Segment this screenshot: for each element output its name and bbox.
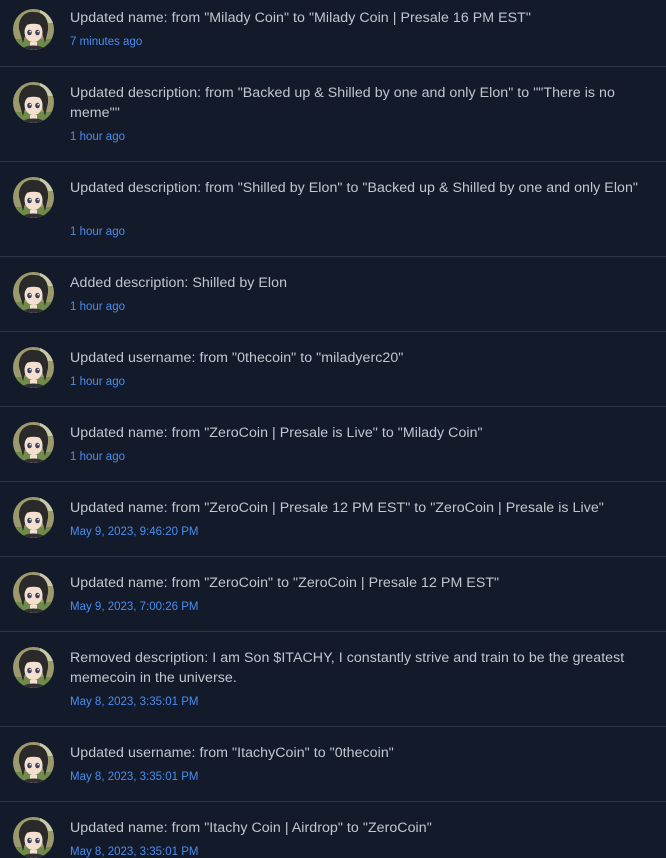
timestamp-link[interactable]: May 8, 2023, 3:35:01 PM	[70, 770, 199, 784]
timestamp-link[interactable]: 1 hour ago	[70, 225, 125, 239]
list-item: Updated name: from "Milady Coin" to "Mil…	[0, 0, 666, 67]
list-item: Updated name: from "ZeroCoin" to "ZeroCo…	[0, 557, 666, 632]
activity-feed: Updated name: from "Milady Coin" to "Mil…	[0, 0, 666, 858]
timestamp-link[interactable]: 7 minutes ago	[70, 35, 142, 49]
list-item: Updated username: from "0thecoin" to "mi…	[0, 332, 666, 407]
timestamp-link[interactable]: 1 hour ago	[70, 450, 125, 464]
avatar[interactable]	[13, 347, 54, 388]
activity-text: Updated name: from "ZeroCoin | Presale i…	[70, 425, 483, 441]
anime-girl-avatar-icon	[13, 742, 54, 783]
avatar[interactable]	[13, 9, 54, 50]
avatar[interactable]	[13, 272, 54, 313]
activity-text: Updated username: from "ItachyCoin" to "…	[70, 745, 394, 761]
avatar[interactable]	[13, 422, 54, 463]
anime-girl-avatar-icon	[13, 497, 54, 538]
list-item: Added description: Shilled by Elon 1 hou…	[0, 257, 666, 332]
timestamp-link[interactable]: 1 hour ago	[70, 375, 125, 389]
list-item: Updated username: from "ItachyCoin" to "…	[0, 727, 666, 802]
list-item: Updated description: from "Shilled by El…	[0, 162, 666, 257]
activity-text: Updated description: from "Backed up & S…	[70, 85, 615, 121]
list-item: Updated description: from "Backed up & S…	[0, 67, 666, 162]
anime-girl-avatar-icon	[13, 817, 54, 858]
timestamp-link[interactable]: 1 hour ago	[70, 130, 125, 144]
anime-girl-avatar-icon	[13, 347, 54, 388]
activity-text: Updated description: from "Shilled by El…	[70, 180, 638, 196]
list-item: Updated name: from "ZeroCoin | Presale 1…	[0, 482, 666, 557]
activity-text: Updated name: from "Milady Coin" to "Mil…	[70, 10, 531, 26]
avatar[interactable]	[13, 817, 54, 858]
timestamp-link[interactable]: 1 hour ago	[70, 300, 125, 314]
avatar[interactable]	[13, 82, 54, 123]
avatar[interactable]	[13, 647, 54, 688]
anime-girl-avatar-icon	[13, 9, 54, 50]
anime-girl-avatar-icon	[13, 82, 54, 123]
anime-girl-avatar-icon	[13, 422, 54, 463]
avatar[interactable]	[13, 177, 54, 218]
list-item: Removed description: I am Son $ITACHY, I…	[0, 632, 666, 727]
list-item: Updated name: from "Itachy Coin | Airdro…	[0, 802, 666, 858]
timestamp-link[interactable]: May 9, 2023, 9:46:20 PM	[70, 525, 199, 539]
activity-text: Removed description: I am Son $ITACHY, I…	[70, 650, 625, 686]
activity-text: Added description: Shilled by Elon	[70, 275, 288, 291]
activity-text: Updated name: from "ZeroCoin | Presale 1…	[70, 500, 604, 516]
activity-text: Updated name: from "Itachy Coin | Airdro…	[70, 820, 432, 836]
avatar[interactable]	[13, 497, 54, 538]
timestamp-link[interactable]: May 9, 2023, 7:00:26 PM	[70, 600, 199, 614]
activity-text: Updated username: from "0thecoin" to "mi…	[70, 350, 404, 366]
avatar[interactable]	[13, 572, 54, 613]
anime-girl-avatar-icon	[13, 647, 54, 688]
activity-text: Updated name: from "ZeroCoin" to "ZeroCo…	[70, 575, 500, 591]
timestamp-link[interactable]: May 8, 2023, 3:35:01 PM	[70, 845, 199, 858]
list-item: Updated name: from "ZeroCoin | Presale i…	[0, 407, 666, 482]
anime-girl-avatar-icon	[13, 177, 54, 218]
anime-girl-avatar-icon	[13, 572, 54, 613]
avatar[interactable]	[13, 742, 54, 783]
anime-girl-avatar-icon	[13, 272, 54, 313]
timestamp-link[interactable]: May 8, 2023, 3:35:01 PM	[70, 695, 199, 709]
